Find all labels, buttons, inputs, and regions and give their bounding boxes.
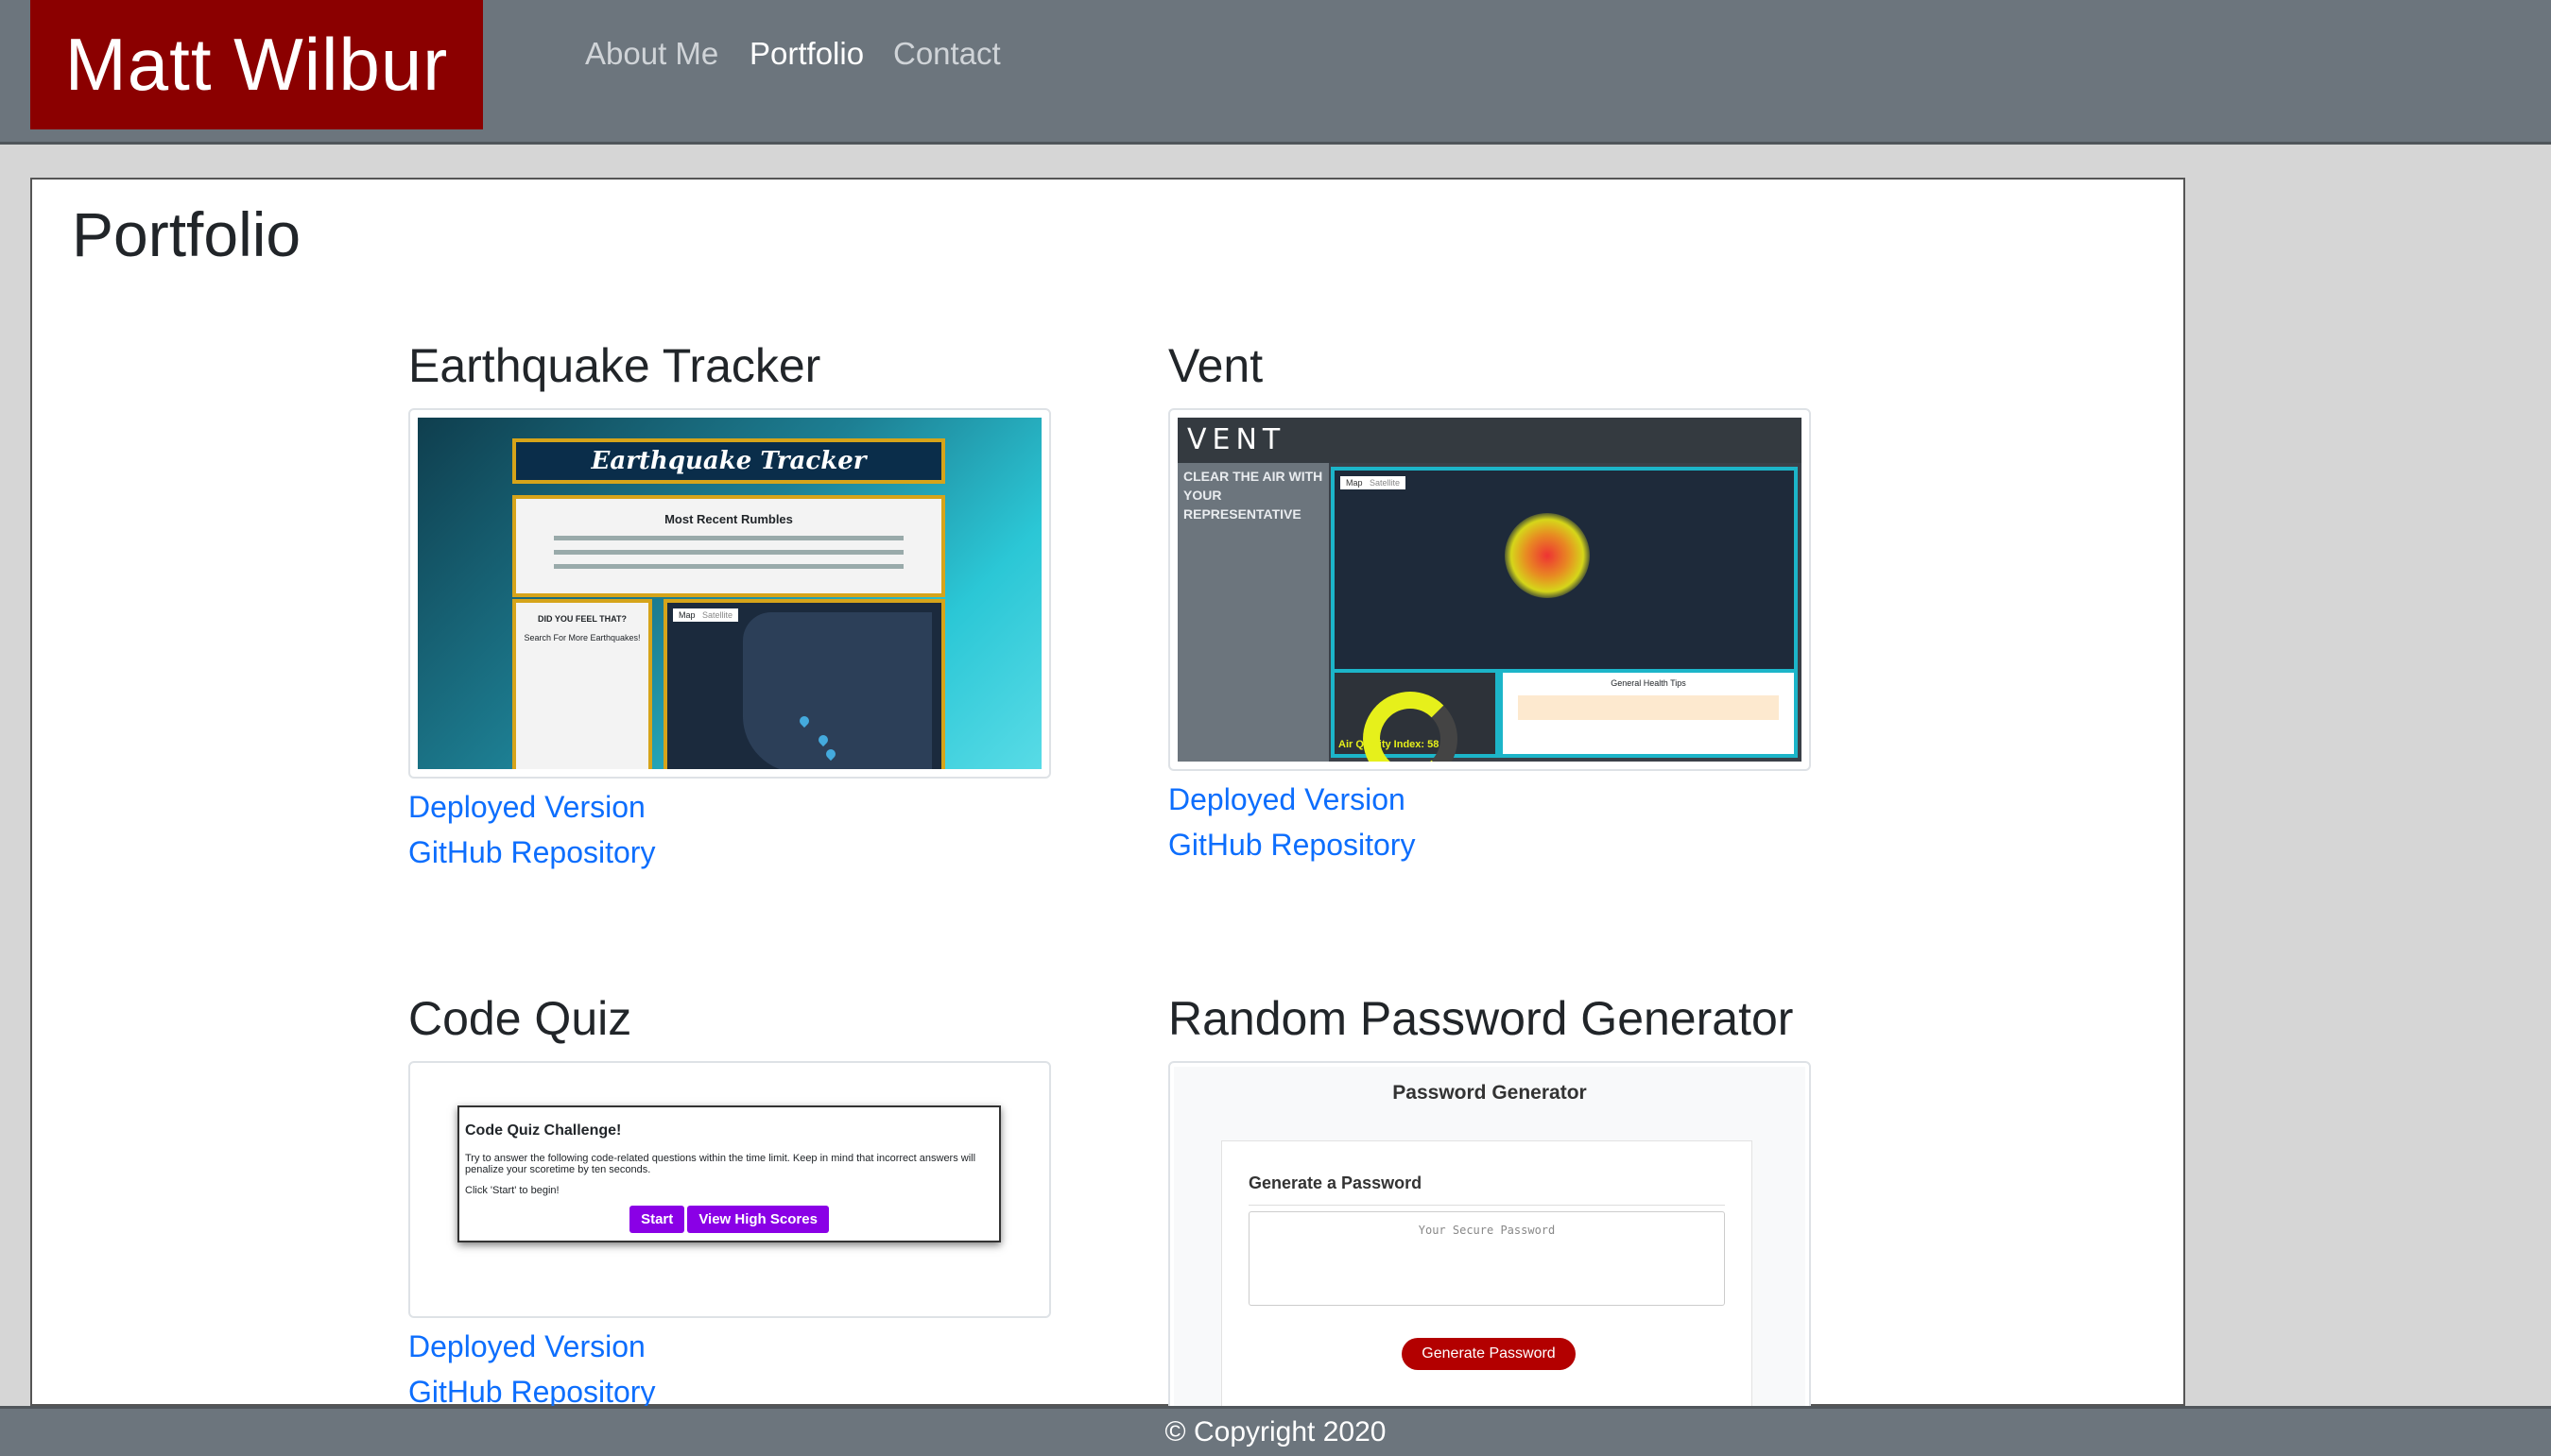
project-title: Earthquake Tracker	[408, 339, 821, 392]
preview-start-button: Start	[629, 1206, 685, 1233]
preview-pw-heading: Password Generator	[1392, 1082, 1587, 1104]
github-link[interactable]: GitHub Repository	[1168, 822, 1811, 867]
preview-heading: Earthquake Tracker	[512, 438, 945, 484]
portfolio-section: Portfolio Earthquake Tracker Earthquake …	[30, 178, 2185, 1420]
preview-generate-button: Generate Password	[1402, 1338, 1576, 1370]
preview-map: Map Satellite	[664, 599, 945, 769]
nav-portfolio[interactable]: Portfolio	[750, 36, 864, 72]
project-title: Random Password Generator	[1168, 992, 1794, 1045]
preview-gauge: Air Quality Index: 58	[1331, 669, 1499, 762]
preview-pw-card: Generate a Password Your Secure Password…	[1221, 1140, 1752, 1407]
preview-line	[554, 536, 904, 540]
air-quality-heatmap	[1505, 513, 1590, 598]
deployed-link[interactable]: Deployed Version	[1168, 777, 1811, 822]
project-card-password-generator: Random Password Generator Password Gener…	[1168, 985, 1811, 1420]
preview-pw-textarea: Your Secure Password	[1249, 1211, 1725, 1306]
preview-form-title: DID YOU FEEL THAT?	[537, 614, 627, 624]
preview-map-tab: Map	[1346, 478, 1363, 488]
preview-map-tab: Map	[679, 610, 696, 620]
page-title: Portfolio	[72, 199, 302, 269]
preview-map: Map Satellite	[1331, 467, 1798, 673]
preview-satellite-tab: Satellite	[1370, 478, 1401, 488]
project-card-vent: Vent VENT CLEAR THE AIR WITH YOUR REPRES…	[1168, 333, 1811, 867]
password-preview: Password Generator Generate a Password Y…	[1174, 1067, 1805, 1414]
nav-contact[interactable]: Contact	[893, 36, 1001, 72]
preview-quiz-body: Try to answer the following code-related…	[465, 1153, 976, 1175]
preview-line	[554, 550, 904, 555]
preview-form-sub: Search For More Earthquakes!	[524, 633, 641, 642]
footer: © Copyright 2020	[0, 1406, 2551, 1456]
github-link[interactable]: GitHub Repository	[408, 830, 1051, 875]
gauge-ring	[1363, 692, 1457, 762]
copyright-text: © Copyright 2020	[1164, 1416, 1387, 1447]
preview-satellite-tab: Satellite	[702, 610, 733, 620]
project-screenshot[interactable]: Code Quiz Challenge! Try to answer the f…	[408, 1061, 1051, 1318]
brand-logo[interactable]: Matt Wilbur	[30, 0, 483, 129]
nav-about-me[interactable]: About Me	[585, 36, 718, 72]
preview-pw-card-title: Generate a Password	[1249, 1173, 1422, 1192]
project-screenshot[interactable]: Earthquake Tracker Most Recent Rumbles D…	[408, 408, 1051, 779]
preview-logo: VENT	[1178, 418, 1801, 463]
project-card-code-quiz: Code Quiz Code Quiz Challenge! Try to an…	[408, 985, 1051, 1414]
navbar: Matt Wilbur About Me Portfolio Contact	[0, 0, 2551, 145]
preview-rumbles-title: Most Recent Rumbles	[664, 512, 793, 526]
preview-map-land	[743, 612, 932, 769]
preview-tip-box	[1518, 695, 1779, 720]
preview-aqi-label: Air Quality Index: 58	[1338, 739, 1439, 750]
project-card-earthquake: Earthquake Tracker Earthquake Tracker Mo…	[408, 333, 1051, 875]
preview-high-scores-button: View High Scores	[687, 1206, 829, 1233]
project-title: Code Quiz	[408, 992, 632, 1045]
preview-health-tips: General Health Tips	[1499, 669, 1798, 758]
preview-divider	[1249, 1205, 1725, 1206]
preview-sidebar: CLEAR THE AIR WITH YOUR REPRESENTATIVE	[1178, 463, 1329, 762]
earthquake-preview: Earthquake Tracker Most Recent Rumbles D…	[418, 418, 1042, 769]
quiz-preview: Code Quiz Challenge! Try to answer the f…	[457, 1105, 1001, 1242]
preview-quiz-heading: Code Quiz Challenge!	[465, 1122, 622, 1139]
preview-line	[554, 564, 904, 569]
project-screenshot[interactable]: VENT CLEAR THE AIR WITH YOUR REPRESENTAT…	[1168, 408, 1811, 771]
deployed-link[interactable]: Deployed Version	[408, 1324, 1051, 1369]
preview-search-form: DID YOU FEEL THAT? Search For More Earth…	[512, 599, 652, 769]
preview-rumbles-panel: Most Recent Rumbles	[512, 495, 945, 597]
preview-tips-title: General Health Tips	[1611, 678, 1686, 688]
project-title: Vent	[1168, 339, 1264, 392]
project-screenshot[interactable]: Password Generator Generate a Password Y…	[1168, 1061, 1811, 1420]
preview-quiz-hint: Click 'Start' to begin!	[465, 1185, 560, 1196]
vent-preview: VENT CLEAR THE AIR WITH YOUR REPRESENTAT…	[1178, 418, 1801, 762]
preview-tagline: CLEAR THE AIR WITH YOUR REPRESENTATIVE	[1183, 469, 1323, 522]
deployed-link[interactable]: Deployed Version	[408, 784, 1051, 830]
